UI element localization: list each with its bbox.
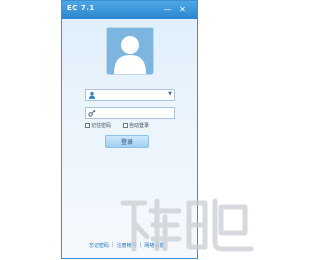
auto-login-label: 自动登录 bbox=[129, 123, 150, 129]
remember-password-label: 记住密码 bbox=[91, 123, 112, 129]
forgot-password-link[interactable]: 忘记密码 bbox=[89, 242, 109, 249]
close-button[interactable]: ✕ bbox=[176, 4, 189, 15]
password-field[interactable] bbox=[85, 107, 175, 119]
key-icon bbox=[86, 108, 98, 118]
window-title: EC 7.1 bbox=[67, 4, 95, 12]
auto-login-checkbox[interactable] bbox=[123, 123, 128, 128]
password-input[interactable] bbox=[99, 108, 165, 118]
register-account-link[interactable]: 注册帐号 bbox=[117, 242, 137, 249]
login-button[interactable]: 登录 bbox=[105, 135, 149, 148]
remember-password-checkbox[interactable] bbox=[85, 123, 90, 128]
footer-separator: | bbox=[112, 242, 114, 248]
login-window: EC 7.1 — ✕ ▼ 记住密码 自动登录 登录 忘记密码 | 注册帐号 | … bbox=[61, 0, 198, 259]
minimize-button[interactable]: — bbox=[161, 4, 174, 15]
dropdown-arrow-icon[interactable]: ▼ bbox=[168, 91, 172, 97]
footer-links: 忘记密码 | 注册帐号 | 网络设置 bbox=[89, 241, 164, 249]
title-bar[interactable]: EC 7.1 — ✕ bbox=[62, 1, 197, 19]
username-input[interactable] bbox=[99, 90, 165, 100]
footer-separator: | bbox=[139, 242, 142, 248]
network-settings-link[interactable]: 网络设置 bbox=[144, 242, 164, 249]
auto-login-option[interactable]: 自动登录 bbox=[123, 122, 149, 129]
remember-password-option[interactable]: 记住密码 bbox=[85, 122, 111, 129]
user-icon bbox=[86, 90, 98, 100]
default-avatar-icon bbox=[107, 28, 153, 74]
login-options: 记住密码 自动登录 bbox=[85, 122, 185, 131]
avatar[interactable] bbox=[106, 27, 154, 75]
username-field[interactable]: ▼ bbox=[85, 89, 175, 101]
